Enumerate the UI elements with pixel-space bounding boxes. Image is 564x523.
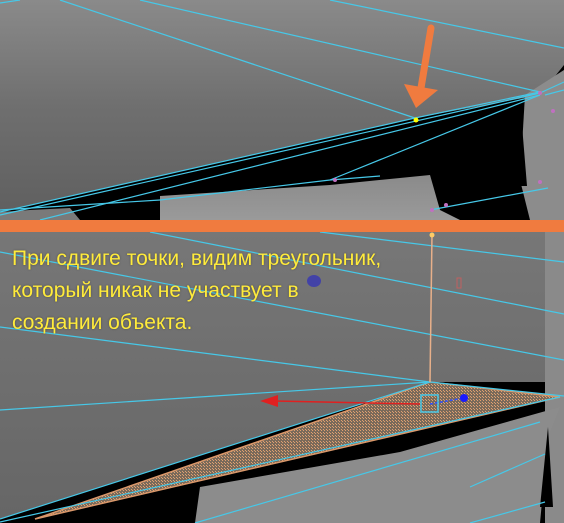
top-viewport-canvas	[0, 0, 564, 220]
caption-line-2: который никак не участвует в	[12, 279, 299, 302]
caption-line-1: При сдвиге точки, видим треугольник,	[12, 247, 382, 270]
caption-text: При сдвиге точки, видим треугольник, кот…	[12, 243, 482, 339]
vertex-point[interactable]	[429, 232, 435, 238]
caption-line-3: создании объекта.	[12, 311, 193, 334]
top-viewport[interactable]	[0, 0, 564, 220]
highlighted-vertex[interactable]	[413, 117, 419, 123]
panel-divider	[0, 220, 564, 232]
